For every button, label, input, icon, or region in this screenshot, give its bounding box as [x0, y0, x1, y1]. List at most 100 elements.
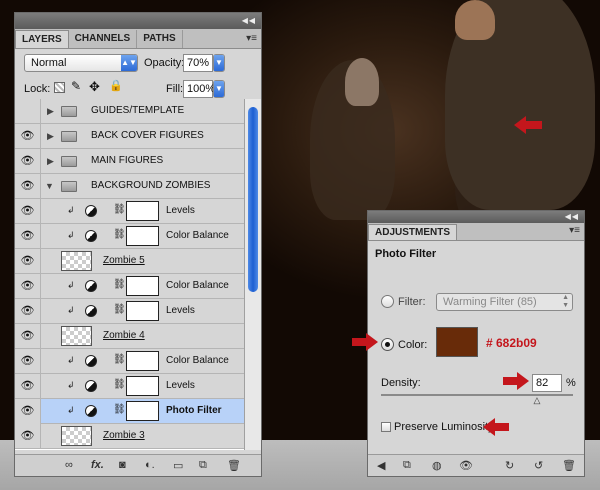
annotation-arrow-color: [352, 333, 378, 351]
density-slider-track[interactable]: [381, 394, 573, 396]
layer-row[interactable]: ▶ GUIDES/TEMPLATE: [15, 99, 244, 124]
layer-row-selected[interactable]: 👁 ↲ ⛓ Photo Filter: [15, 399, 244, 424]
collapse-icon[interactable]: ◀◀: [565, 212, 579, 221]
adjustment-icon[interactable]: ◐.: [145, 459, 155, 471]
chain-icon[interactable]: ⛓: [113, 229, 126, 240]
lock-brush-icon[interactable]: ✎: [71, 79, 81, 93]
color-swatch[interactable]: [436, 327, 478, 357]
disclosure-triangle-icon[interactable]: ▶: [47, 131, 54, 142]
scrollbar-thumb[interactable]: [248, 107, 258, 292]
collapse-icon[interactable]: ◀◀: [242, 16, 256, 25]
chain-icon[interactable]: ⛓: [113, 354, 126, 365]
clip-icon[interactable]: ⧉: [403, 459, 411, 472]
eye-icon[interactable]: 👁: [15, 124, 41, 149]
layer-row[interactable]: 👁 ▶ BACK COVER FIGURES: [15, 124, 244, 149]
layer-mask-thumbnail[interactable]: [126, 276, 159, 296]
blend-mode-select[interactable]: Normal ▲▼: [24, 54, 138, 72]
disclosure-triangle-icon[interactable]: ▶: [47, 106, 54, 117]
tab-layers[interactable]: LAYERS: [15, 30, 69, 48]
eye-icon[interactable]: 👁: [15, 349, 41, 374]
opacity-dropdown[interactable]: ▼: [213, 54, 225, 72]
link-icon[interactable]: ∞: [65, 459, 73, 471]
chain-icon[interactable]: ⛓: [113, 379, 126, 390]
visibility-icon[interactable]: ◍: [432, 459, 442, 472]
previous-state-icon[interactable]: ↻: [505, 459, 514, 472]
chain-icon[interactable]: ⛓: [113, 204, 126, 215]
panel-menu-icon[interactable]: ▾≡: [246, 33, 257, 44]
layer-row[interactable]: 👁 ↲ ⛓ Levels: [15, 299, 244, 324]
layer-thumbnail: [61, 326, 92, 346]
layer-mask-thumbnail[interactable]: [126, 351, 159, 371]
chain-icon[interactable]: ⛓: [113, 279, 126, 290]
fill-input[interactable]: 100%: [183, 80, 215, 98]
new-layer-icon[interactable]: ⧉: [199, 459, 207, 472]
layers-titlebar[interactable]: ◀◀: [15, 13, 261, 29]
fill-label: Fill:: [166, 83, 184, 95]
eye-icon[interactable]: 👁: [15, 249, 41, 274]
fill-dropdown[interactable]: ▼: [213, 80, 225, 98]
adjustment-layer-icon: [85, 405, 97, 417]
tab-paths[interactable]: PATHS: [137, 30, 183, 48]
layers-scrollbar[interactable]: [244, 99, 261, 450]
eye-icon[interactable]: 👁: [15, 324, 41, 349]
filter-radio[interactable]: [381, 295, 394, 308]
chain-icon[interactable]: ⛓: [113, 404, 126, 415]
disclosure-triangle-icon[interactable]: ▶: [47, 156, 54, 167]
clip-arrow-icon: ↲: [67, 305, 75, 315]
tab-channels[interactable]: CHANNELS: [69, 30, 138, 48]
lock-move-icon[interactable]: ✥: [89, 79, 100, 95]
eye-icon[interactable]: 👁: [15, 224, 41, 249]
layer-row[interactable]: 👁 ↲ ⛓ Color Balance: [15, 349, 244, 374]
layer-mask-thumbnail[interactable]: [126, 201, 159, 221]
filter-select[interactable]: Warming Filter (85) ▲ ▼: [436, 293, 573, 311]
fx-icon[interactable]: fx.: [91, 459, 104, 471]
color-radio[interactable]: [381, 338, 394, 351]
chain-icon[interactable]: ⛓: [113, 304, 126, 315]
layer-thumbnail: [61, 426, 92, 446]
density-slider-thumb[interactable]: △: [533, 395, 540, 406]
eye-icon[interactable]: 👁: [15, 299, 41, 324]
layer-row[interactable]: 👁 ↲ ⛓ Levels: [15, 374, 244, 399]
folder-icon[interactable]: ▭: [173, 459, 183, 472]
layer-mask-thumbnail[interactable]: [126, 301, 159, 321]
reset-icon[interactable]: ↺: [534, 459, 543, 472]
eye-icon[interactable]: 👁: [459, 459, 473, 472]
visibility-toggle-empty[interactable]: [15, 99, 41, 124]
density-input[interactable]: 82: [532, 374, 562, 392]
layer-row[interactable]: 👁 ↲ ⛓ Color Balance: [15, 224, 244, 249]
eye-icon[interactable]: 👁: [15, 274, 41, 299]
disclosure-triangle-open-icon[interactable]: ▼: [45, 181, 54, 191]
eye-icon[interactable]: 👁: [15, 374, 41, 399]
layer-row[interactable]: 👁 ▼ BACKGROUND ZOMBIES: [15, 174, 244, 199]
layer-name: Color Balance: [166, 230, 229, 241]
layer-row[interactable]: 👁 Zombie 5: [15, 249, 244, 274]
back-icon[interactable]: ◀: [377, 459, 385, 472]
layer-mask-thumbnail[interactable]: [126, 401, 159, 421]
tab-adjustments[interactable]: ADJUSTMENTS: [368, 224, 458, 240]
eye-icon[interactable]: 👁: [15, 174, 41, 199]
trash-icon[interactable]: 🗑: [227, 459, 241, 472]
adjustments-titlebar[interactable]: ◀◀: [368, 211, 584, 223]
eye-icon[interactable]: 👁: [15, 149, 41, 174]
eye-icon[interactable]: 👁: [15, 399, 41, 424]
eye-icon[interactable]: 👁: [15, 199, 41, 224]
layer-row[interactable]: 👁 ↲ ⛓ Color Balance: [15, 274, 244, 299]
panel-menu-icon[interactable]: ▾≡: [569, 225, 580, 236]
layer-row[interactable]: 👁 Zombie 4: [15, 324, 244, 349]
lock-transparency-icon[interactable]: [54, 82, 65, 93]
opacity-input[interactable]: 70%: [183, 54, 213, 72]
trash-icon[interactable]: 🗑: [562, 459, 576, 472]
layer-row[interactable]: 👁 ↲ ⛓ Levels: [15, 199, 244, 224]
layer-row[interactable]: 👁 ▶ MAIN FIGURES: [15, 149, 244, 174]
layer-mask-thumbnail[interactable]: [126, 376, 159, 396]
layer-mask-thumbnail[interactable]: [126, 226, 159, 246]
mask-icon[interactable]: ◙: [119, 459, 126, 471]
preserve-luminosity-checkbox[interactable]: [381, 422, 391, 432]
chevron-down-icon: ▼: [214, 55, 224, 71]
lock-all-icon[interactable]: 🔒: [109, 79, 123, 92]
folder-icon: [61, 131, 77, 142]
eye-icon[interactable]: 👁: [15, 424, 41, 449]
layer-row[interactable]: 👁 Zombie 3: [15, 424, 244, 449]
adjustment-layer-icon: [85, 305, 97, 317]
adjustments-footer: ◀ ⧉ ◍ 👁 ↻ ↺ 🗑: [368, 454, 584, 476]
